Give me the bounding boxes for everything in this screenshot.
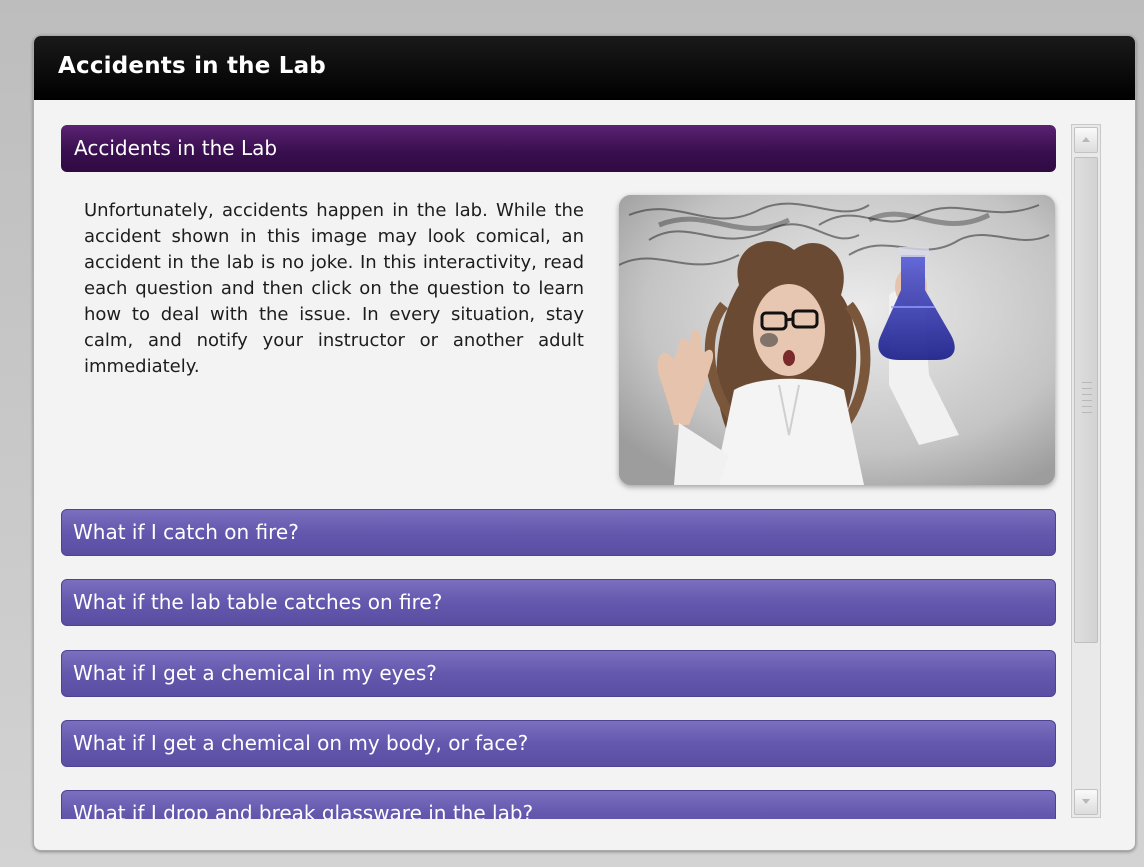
scroll-down-button[interactable]	[1074, 789, 1098, 815]
thumb-grip-line	[1082, 382, 1092, 383]
chevron-up-icon	[1082, 137, 1090, 142]
intro-text: Unfortunately, accidents happen in the l…	[84, 200, 584, 377]
vertical-scrollbar[interactable]	[1071, 124, 1101, 818]
question-chemical-body[interactable]: What if I get a chemical on my body, or …	[61, 720, 1056, 767]
thumb-grip-line	[1082, 388, 1092, 389]
thumb-grip-line	[1082, 412, 1092, 413]
window-title: Accidents in the Lab	[58, 53, 326, 79]
content-window: Accidents in the Lab Accidents in the La…	[33, 35, 1136, 851]
chevron-down-icon	[1082, 799, 1090, 804]
question-broken-glassware[interactable]: What if I drop and break glassware in th…	[61, 790, 1056, 819]
section-header: Accidents in the Lab	[61, 125, 1056, 172]
scroll-content: Accidents in the Lab Unfortunately, acci…	[34, 100, 1064, 819]
lab-accident-illustration	[619, 195, 1055, 485]
title-bar: Accidents in the Lab	[34, 36, 1135, 100]
question-table-fire[interactable]: What if the lab table catches on fire?	[61, 579, 1056, 626]
scroll-up-button[interactable]	[1074, 127, 1098, 153]
scroll-thumb[interactable]	[1074, 157, 1098, 643]
lab-accident-photo	[619, 195, 1055, 485]
page-background: Accidents in the Lab Accidents in the La…	[0, 0, 1144, 867]
question-catch-fire[interactable]: What if I catch on fire?	[61, 509, 1056, 556]
question-chemical-eyes[interactable]: What if I get a chemical in my eyes?	[61, 650, 1056, 697]
thumb-grip-line	[1082, 406, 1092, 407]
thumb-grip-line	[1082, 400, 1092, 401]
thumb-grip-line	[1082, 394, 1092, 395]
